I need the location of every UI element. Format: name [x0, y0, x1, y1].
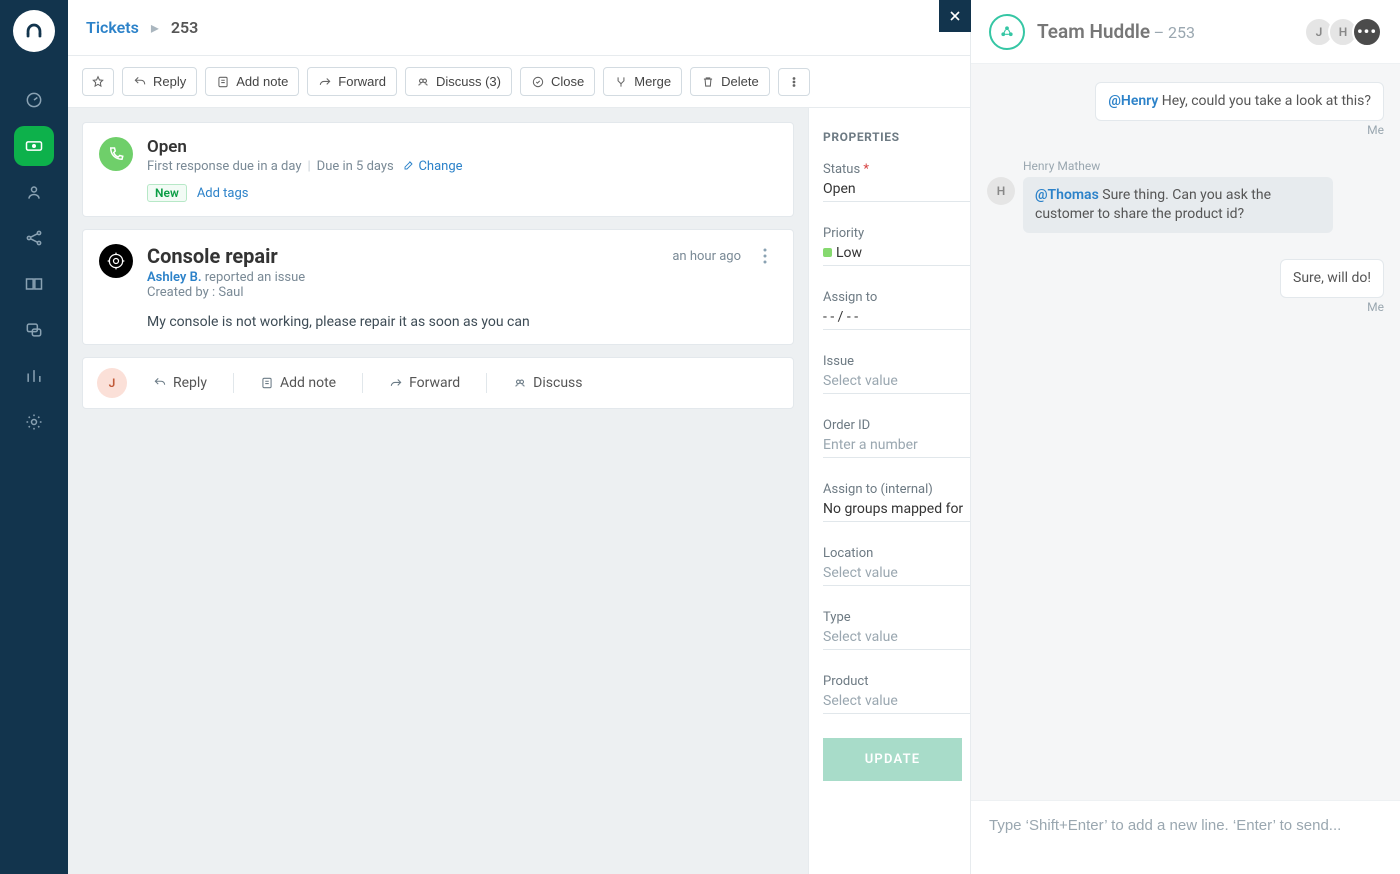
- rb-discuss[interactable]: Discuss: [507, 371, 588, 395]
- nav-dashboard[interactable]: [14, 80, 54, 120]
- merge-button[interactable]: Merge: [603, 67, 682, 96]
- message-time: an hour ago: [672, 249, 741, 264]
- app-logo[interactable]: [13, 10, 55, 52]
- message-menu-icon[interactable]: [753, 244, 777, 268]
- huddle-messages: @Henry Hey, could you take a look at thi…: [971, 64, 1400, 800]
- huddle-subtitle: – 253: [1154, 23, 1195, 42]
- close-button[interactable]: Close: [520, 67, 595, 96]
- huddle-message: @Henry Hey, could you take a look at thi…: [987, 82, 1384, 137]
- participants-more[interactable]: •••: [1352, 17, 1382, 47]
- merge-label: Merge: [634, 74, 671, 89]
- field-order-id[interactable]: Order ID Enter a number: [823, 418, 970, 458]
- reply-button[interactable]: Reply: [122, 67, 197, 96]
- huddle-logo-icon: [989, 14, 1025, 50]
- close-huddle-button[interactable]: [939, 0, 971, 32]
- huddle-message: Sure, will do! Me: [987, 259, 1384, 314]
- breadcrumb-current: 253: [171, 18, 198, 37]
- field-assign-internal[interactable]: Assign to (internal) No groups mapped fo…: [823, 482, 970, 522]
- field-priority[interactable]: Priority Low: [823, 226, 970, 266]
- nav-settings[interactable]: [14, 402, 54, 442]
- nav-solutions[interactable]: [14, 264, 54, 304]
- reply-bar: J Reply Add note Forward Discuss: [82, 357, 794, 409]
- priority-dot-icon: [823, 248, 832, 257]
- breadcrumb: Tickets ▸ 253: [68, 0, 970, 56]
- rb-forward[interactable]: Forward: [383, 371, 466, 395]
- nav-sidebar: [0, 0, 68, 874]
- star-button[interactable]: [82, 68, 114, 96]
- ticket-message-card: Console repair Ashley B. reported an iss…: [82, 229, 794, 345]
- update-button[interactable]: UPDATE: [823, 738, 962, 781]
- reply-label: Reply: [153, 74, 186, 89]
- discuss-button[interactable]: Discuss (3): [405, 67, 512, 96]
- huddle-message-input[interactable]: [989, 817, 1382, 834]
- rb-reply[interactable]: Reply: [147, 371, 213, 395]
- sender-avatar: H: [987, 177, 1015, 205]
- huddle-header: Team Huddle – 253 J H •••: [971, 0, 1400, 64]
- ticket-sla: First response due in a day|Due in 5 day…: [147, 159, 777, 174]
- discuss-label: Discuss (3): [436, 74, 501, 89]
- close-label: Close: [551, 74, 584, 89]
- nav-chat[interactable]: [14, 310, 54, 350]
- ticket-status: Open: [147, 137, 777, 157]
- message-body: My console is not working, please repair…: [147, 314, 777, 330]
- more-actions-button[interactable]: [778, 68, 810, 96]
- properties-panel: PROPERTIES Status * Open Priority Low As…: [808, 108, 970, 874]
- breadcrumb-root[interactable]: Tickets: [86, 18, 139, 37]
- nav-reports[interactable]: [14, 356, 54, 396]
- field-issue[interactable]: Issue Select value: [823, 354, 970, 394]
- field-product[interactable]: Product Select value: [823, 674, 970, 714]
- properties-title: PROPERTIES: [823, 130, 970, 144]
- ticket-toolbar: Reply Add note Forward Discuss (3) Close…: [68, 56, 970, 108]
- field-type[interactable]: Type Select value: [823, 610, 970, 650]
- ticket-subject: Console repair: [147, 244, 672, 268]
- rb-add-note[interactable]: Add note: [254, 371, 342, 395]
- huddle-title: Team Huddle: [1037, 20, 1150, 43]
- ticket-status-card: Open First response due in a day|Due in …: [82, 122, 794, 217]
- add-tags-link[interactable]: Add tags: [197, 186, 249, 201]
- huddle-participants[interactable]: J H •••: [1310, 17, 1382, 47]
- field-status[interactable]: Status * Open: [823, 162, 970, 202]
- nav-tickets[interactable]: [14, 126, 54, 166]
- created-by: Created by : Saul: [147, 285, 672, 300]
- field-location[interactable]: Location Select value: [823, 546, 970, 586]
- add-note-button[interactable]: Add note: [205, 67, 299, 96]
- source-icon: [99, 244, 133, 278]
- forward-button[interactable]: Forward: [307, 67, 397, 96]
- nav-contacts[interactable]: [14, 172, 54, 212]
- change-sla-link[interactable]: Change: [403, 159, 462, 174]
- add-note-label: Add note: [236, 74, 288, 89]
- chevron-right-icon: ▸: [151, 18, 159, 37]
- team-huddle-panel: Team Huddle – 253 J H ••• @Henry Hey, co…: [970, 0, 1400, 874]
- tag-new: New: [147, 184, 187, 202]
- delete-label: Delete: [721, 74, 759, 89]
- phone-icon: [99, 137, 133, 171]
- field-assign-to[interactable]: Assign to - - / - -: [823, 290, 970, 330]
- current-user-avatar: J: [97, 368, 127, 398]
- nav-social[interactable]: [14, 218, 54, 258]
- forward-label: Forward: [338, 74, 386, 89]
- reporter-link[interactable]: Ashley B.: [147, 270, 202, 285]
- huddle-input-area: [971, 800, 1400, 874]
- huddle-message: Henry Mathew H @Thomas Sure thing. Can y…: [987, 159, 1384, 233]
- delete-button[interactable]: Delete: [690, 67, 770, 96]
